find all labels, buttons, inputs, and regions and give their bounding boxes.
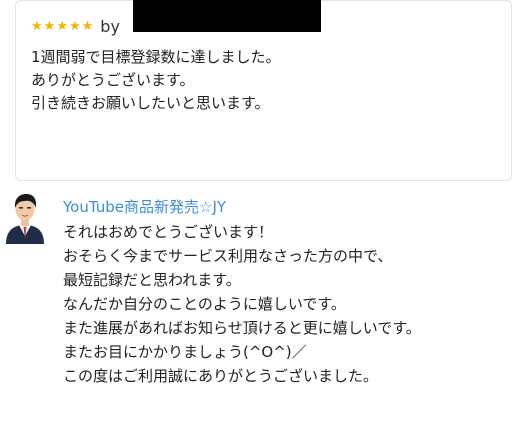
reviewer-by-label: by xyxy=(100,16,120,36)
reply-author-name[interactable]: YouTube商品新発売☆JY xyxy=(63,197,226,217)
reply-text-line: また進展があればお知らせ頂けると更に嬉しいです。 xyxy=(63,319,421,337)
seller-reply: YouTube商品新発売☆JY それはおめでとうございます！ おそらく今までサー… xyxy=(0,188,512,427)
reply-text-line: なんだか自分のことのように嬉しいです。 xyxy=(63,295,346,313)
star-icon: ★ xyxy=(81,18,94,34)
reply-text: それはおめでとうございます！ おそらく今までサービス利用なさった方の中で、 最短… xyxy=(63,220,421,388)
star-icon: ★ xyxy=(68,18,81,34)
review-header: ★ ★ ★ ★ ★ by xyxy=(31,11,120,41)
review-card: ★ ★ ★ ★ ★ by 1週間弱で目標登録数に達しました。 ありがとうございま… xyxy=(15,0,512,181)
review-text: 1週間弱で目標登録数に達しました。 ありがとうございます。 引き続きお願いしたい… xyxy=(31,46,281,115)
reply-text-line: またお目にかかりましょう(^O^)／ xyxy=(63,343,307,361)
review-text-line: ありがとうございます。 xyxy=(31,71,195,89)
star-icon: ★ xyxy=(56,18,68,34)
star-icon: ★ xyxy=(43,18,56,34)
reply-text-line: おそらく今までサービス利用なさった方の中で、 xyxy=(63,247,393,265)
redacted-reviewer-name xyxy=(133,0,321,32)
avatar xyxy=(6,194,44,244)
star-icon: ★ xyxy=(31,18,43,34)
rating-stars: ★ ★ ★ ★ ★ xyxy=(31,20,93,33)
review-text-line: 1週間弱で目標登録数に達しました。 xyxy=(31,48,281,66)
reply-text-line: それはおめでとうございます！ xyxy=(63,223,274,241)
reply-text-line: この度はご利用誠にありがとうございました。 xyxy=(63,367,379,385)
review-text-line: 引き続きお願いしたいと思います。 xyxy=(31,94,270,112)
reply-text-line: 最短記録だと思われます。 xyxy=(63,271,241,289)
